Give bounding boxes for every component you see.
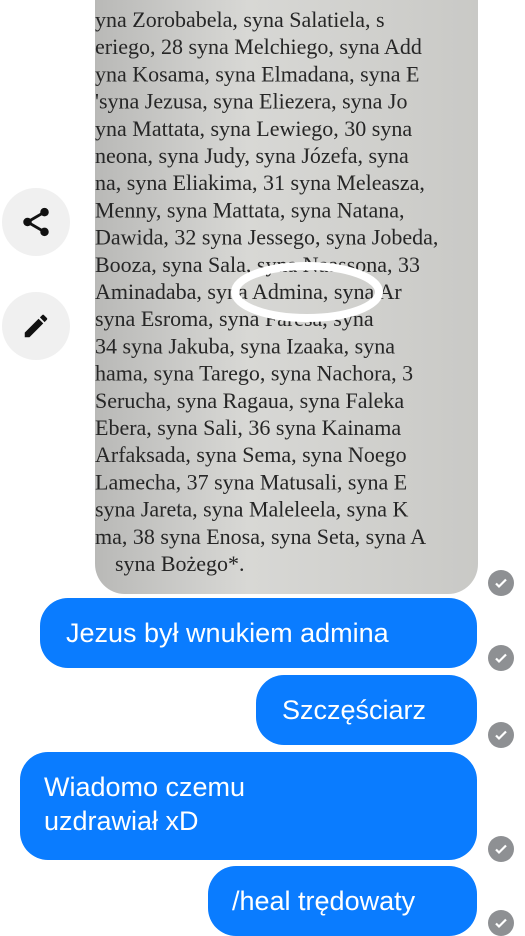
photo-text-line: yna Zorobabela, syna Salatiela, s [95,7,385,32]
photo-image: yna Zorobabela, syna Salatiela, seriego,… [95,7,438,576]
photo-text-line: Dawida, 32 syna Jessego, syna Jobeda, [95,225,438,250]
message-bubble[interactable]: Szczęściarz [256,675,477,745]
message-text: Wiadomo czemu uzdrawiał xD [44,772,246,836]
photo-message[interactable]: yna Zorobabela, syna Salatiela, s eriego,… [95,0,478,594]
check-icon [495,918,507,929]
check-icon [495,730,507,741]
check-icon [495,653,507,664]
photo-text-line: syna Bożego*. [115,551,245,576]
pencil-icon [24,314,48,338]
check-icon [495,578,507,589]
photo-text-line: Serucha, syna Ragaua, syna Faleka [95,388,404,413]
share-button[interactable] [2,188,70,256]
photo-text-line: Menny, syna Mattata, syna Natana, [95,197,405,222]
seen-badge [488,722,514,748]
edit-button[interactable] [2,292,70,360]
seen-badge [488,836,514,862]
check-icon [495,844,507,855]
photo-text-line: na, syna Eliakima, 31 syna Meleasza, [95,170,425,195]
message-bubble[interactable]: Jezus był wnukiem admina [40,598,477,668]
photo-text-line: yna Kosama, syna Elmadana, syna E [95,61,419,86]
seen-badge [488,645,514,671]
message-text: Jezus był wnukiem admina [66,618,389,648]
photo-text-line: Ebera, syna Sali, 36 syna Kainama [95,415,401,440]
photo-text-line: Lamecha, 37 syna Matusali, syna E [95,469,407,494]
photo-text-line: hama, syna Tarego, syna Nachora, 3 [95,361,413,386]
message-bubble[interactable]: /heal trędowaty [208,866,477,936]
photo-text-line: ma, 38 syna Enosa, syna Seta, syna A [95,524,426,549]
photo-text-line: 'syna Jezusa, syna Eliezera, syna Jo [95,89,407,114]
message-text: /heal trędowaty [232,886,416,916]
photo-text-line: Arfaksada, syna Sema, syna Noego [95,442,407,467]
message-text: Szczęściarz [282,695,427,725]
message-bubble[interactable]: Wiadomo czemu uzdrawiał xD [20,752,477,860]
photo-text-line: yna Mattata, syna Lewiego, 30 syna [95,116,412,141]
seen-badge [488,910,514,936]
photo-text-line: syna Jareta, syna Maleleela, syna K [95,497,408,522]
seen-badge [488,570,514,596]
share-icon [23,207,49,237]
photo-text-line: Aminadaba, syna Admina, syna Ar [95,279,402,304]
photo-text-line: eriego, 28 syna Melchiego, syna Add [95,34,422,59]
photo-text-line: neona, syna Judy, syna Józefa, syna [95,143,409,168]
photo-text-line: 34 syna Jakuba, syna Izaaka, syna [95,333,395,358]
